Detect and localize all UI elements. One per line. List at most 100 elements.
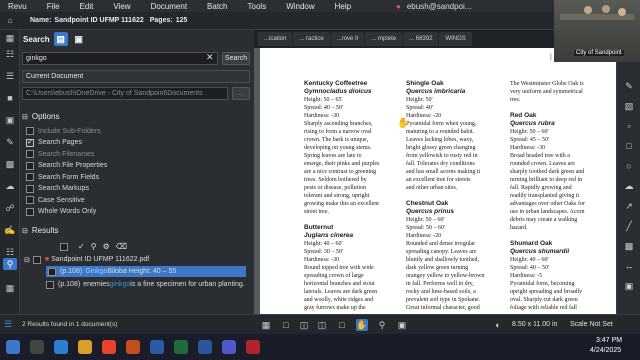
search-taskbar-icon[interactable] (30, 340, 44, 354)
results-file-row[interactable]: ⊟ ■ Sandpoint ID UFMP 111622.pdf (24, 254, 149, 265)
menu-window[interactable]: Window (286, 2, 314, 11)
menu-revu[interactable]: Revu (8, 2, 27, 11)
result-row[interactable]: (p.108) enemies ginkgo is a fine specimen… (46, 279, 245, 290)
pen-icon[interactable]: ✎ (622, 80, 636, 92)
grid-icon[interactable]: ▦ (260, 319, 272, 331)
start-icon[interactable] (6, 340, 20, 354)
measure-tool-icon[interactable]: ↔ (622, 260, 636, 272)
find-icon[interactable]: ⚲ (91, 242, 97, 251)
edge-icon[interactable] (54, 340, 68, 354)
ellipse-icon[interactable]: ○ (622, 160, 636, 172)
crop-icon[interactable]: ▣ (396, 319, 408, 331)
search-tab-icon[interactable]: ⚲ (3, 258, 17, 270)
signatures-icon[interactable]: ✍ (3, 224, 17, 236)
doc-tab[interactable]: ...rove II (330, 32, 365, 46)
bluebeam-icon[interactable] (246, 340, 260, 354)
folder-path-field[interactable]: C:\Users\ebush\OneDrive - City of Sandpo… (22, 87, 228, 100)
doc-tab[interactable]: WINGS (439, 32, 472, 46)
select-icon[interactable]: □ (336, 319, 348, 331)
file-explorer-icon[interactable] (78, 340, 92, 354)
option-row[interactable]: Search Markups (26, 184, 89, 194)
result-checkbox[interactable] (46, 280, 54, 289)
contrast-icon[interactable]: ◐ (492, 319, 504, 331)
result-checkbox[interactable] (48, 267, 56, 276)
powerpoint-icon[interactable] (126, 340, 140, 354)
option-checkbox[interactable] (26, 184, 34, 193)
rectangle-icon[interactable]: □ (622, 140, 636, 152)
outlook-icon[interactable] (150, 340, 164, 354)
search-input[interactable]: ginkgo (22, 52, 218, 65)
zoom-icon[interactable]: ⚲ (376, 319, 388, 331)
bookmarks-icon[interactable]: ☷ (3, 48, 17, 60)
single-page-icon[interactable]: □ (280, 319, 292, 331)
option-row[interactable]: Case Sensitive (26, 195, 85, 205)
option-checkbox[interactable] (26, 207, 34, 216)
delete-icon[interactable]: ⌫ (116, 242, 127, 251)
panel-menu-icon[interactable]: ☰ (4, 319, 12, 330)
home-icon[interactable]: ⌂ (0, 16, 20, 25)
option-row[interactable]: ✓ Search Pages (26, 138, 82, 148)
menu-document[interactable]: Document (151, 2, 187, 11)
markups-icon[interactable]: ☷ (3, 246, 17, 258)
studio-icon[interactable]: ▣ (3, 114, 17, 126)
browse-button[interactable]: ... (232, 87, 250, 100)
options-section[interactable]: ⊟ Options (22, 112, 59, 121)
doc-tab[interactable]: ... mplete (365, 32, 403, 46)
clear-search-icon[interactable]: ✕ (206, 52, 214, 63)
cloud-icon[interactable]: ☁ (622, 180, 636, 192)
pdf-page[interactable]: | 110 Kentucky CoffeetreeGymnocladus dio… (260, 48, 616, 314)
option-checkbox[interactable] (26, 196, 34, 204)
measure-icon[interactable]: ▩ (3, 158, 17, 170)
doc-tab[interactable]: ...ication (258, 32, 293, 46)
properties-icon[interactable]: ■ (3, 92, 17, 104)
menu-help[interactable]: Help (335, 2, 351, 11)
side-by-side-icon[interactable]: ◫ (316, 319, 328, 331)
menu-edit[interactable]: Edit (80, 2, 94, 11)
stamp-icon[interactable]: ▩ (622, 240, 636, 252)
snapshot-icon[interactable]: ▣ (622, 280, 636, 292)
collapse-icon[interactable]: ⊟ (22, 113, 28, 121)
menu-tools[interactable]: Tools (248, 2, 267, 11)
continuous-icon[interactable]: ◫ (298, 319, 310, 331)
highlight-icon[interactable]: ▫ (622, 120, 636, 132)
result-row[interactable]: (p.108) Ginkgo Biloba Height: 40 – 55 (46, 266, 246, 277)
doc-tab[interactable]: ... 68392 (403, 32, 439, 46)
arrow-icon[interactable]: ↗ (622, 200, 636, 212)
line-icon[interactable]: ╱ (622, 220, 636, 232)
option-checkbox[interactable]: ✓ (26, 138, 34, 147)
search-button[interactable]: Search (222, 52, 250, 65)
tools-icon[interactable]: ✎ (3, 136, 17, 148)
option-checkbox[interactable] (26, 173, 34, 181)
thumbnails-icon[interactable]: ▦ (3, 32, 17, 44)
menu-file[interactable]: File (47, 2, 60, 11)
option-checkbox[interactable] (26, 127, 34, 135)
settings-icon[interactable]: ⚙ (103, 242, 110, 251)
menu-view[interactable]: View (113, 2, 130, 11)
sets-icon[interactable]: ☁ (3, 180, 17, 192)
results-section[interactable]: ⊟ Results (22, 226, 59, 235)
option-checkbox[interactable] (26, 161, 34, 170)
select-all-checkbox[interactable] (60, 242, 68, 251)
layers-icon[interactable]: ☰ (3, 70, 17, 82)
visual-search-icon[interactable]: ▣ (72, 32, 86, 46)
option-row[interactable]: Search File Properties (26, 161, 107, 171)
scope-select[interactable]: Current Document (22, 70, 250, 83)
file-checkbox[interactable] (32, 255, 41, 264)
option-row[interactable]: Whole Words Only (26, 207, 96, 217)
option-row[interactable]: Search Filenames (26, 149, 94, 159)
collapse-file-icon[interactable]: ⊟ (24, 256, 30, 264)
microphone-off-icon[interactable]: ● (396, 2, 401, 11)
chrome-icon[interactable] (102, 340, 116, 354)
document-canvas[interactable]: | 110 Kentucky CoffeetreeGymnocladus dio… (254, 48, 616, 314)
text-box-icon[interactable]: ▧ (622, 100, 636, 112)
collapse-results-icon[interactable]: ⊟ (22, 227, 28, 235)
text-search-icon[interactable]: ▤ (53, 32, 68, 46)
links-icon[interactable]: ☍ (3, 202, 17, 214)
teams-icon[interactable] (222, 340, 236, 354)
excel-icon[interactable] (174, 340, 188, 354)
spaces-icon[interactable]: ▦ (3, 282, 17, 294)
check-icon[interactable]: ✓ (78, 242, 85, 251)
option-checkbox[interactable] (26, 150, 34, 158)
option-row[interactable]: Search Form Fields (26, 172, 99, 182)
option-row[interactable]: Include Sub-Folders (26, 126, 101, 136)
